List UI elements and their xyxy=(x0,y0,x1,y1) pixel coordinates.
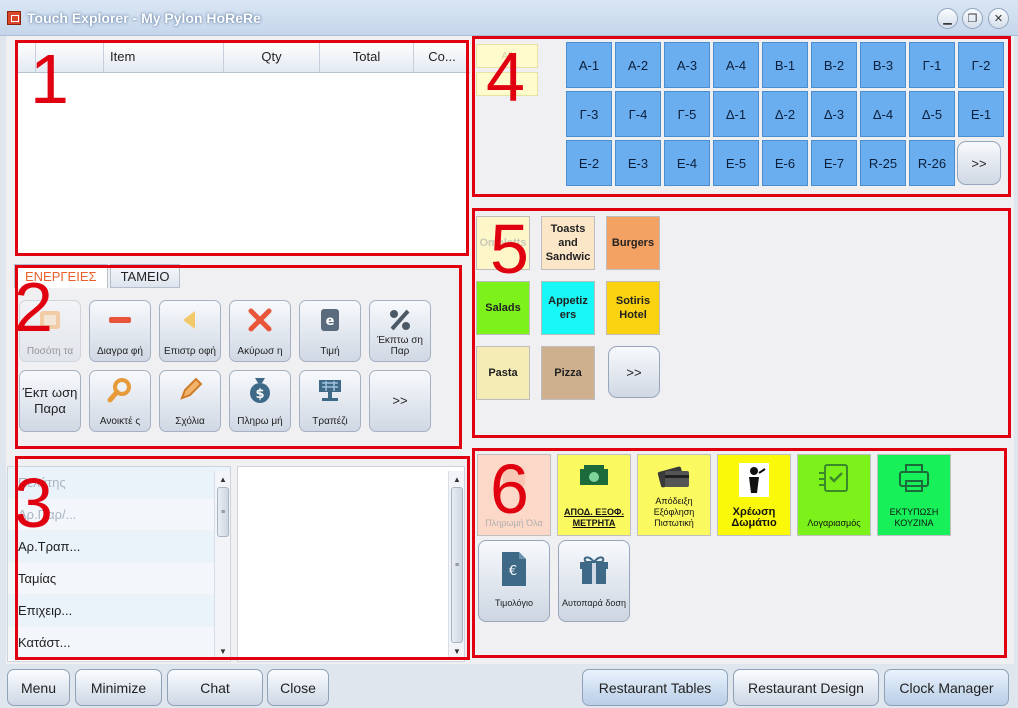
menu-button[interactable]: Menu xyxy=(7,669,70,706)
annotation-box-2 xyxy=(15,265,462,449)
annotation-box-4 xyxy=(472,36,1011,197)
annotation-box-6 xyxy=(472,448,1007,658)
maximize-window-button[interactable]: ❐ xyxy=(962,8,983,29)
close-icon: ✕ xyxy=(993,13,1004,25)
window-title: Touch Explorer - My Pylon HoReRe xyxy=(27,10,261,26)
annotation-number-3: 3 xyxy=(14,464,53,542)
annotation-number-4: 4 xyxy=(486,38,525,116)
minimize-icon: ▁ xyxy=(943,13,952,25)
annotation-box-1 xyxy=(15,40,469,256)
close-window-button[interactable]: ✕ xyxy=(988,8,1009,29)
annotation-box-3 xyxy=(15,456,470,660)
annotation-number-1: 1 xyxy=(30,40,69,118)
annotation-number-5: 5 xyxy=(490,210,529,288)
annotation-number-2: 2 xyxy=(14,268,53,346)
main-content: Item Qty Total Co... ΕΝΕΡΓΕΙΕΣ ΤΑΜΕΙΟ Πο… xyxy=(6,36,1014,664)
maximize-icon: ❐ xyxy=(967,13,978,25)
minimize-button[interactable]: Minimize xyxy=(75,669,162,706)
close-button[interactable]: Close xyxy=(267,669,329,706)
restaurant-design-button[interactable]: Restaurant Design xyxy=(733,669,879,706)
bottom-bar: Menu Minimize Chat Close Restaurant Tabl… xyxy=(0,664,1018,708)
clock-manager-button[interactable]: Clock Manager xyxy=(884,669,1009,706)
chat-button[interactable]: Chat xyxy=(167,669,263,706)
minimize-window-button[interactable]: ▁ xyxy=(937,8,958,29)
title-bar: Touch Explorer - My Pylon HoReRe ▁ ❐ ✕ xyxy=(0,0,1018,36)
app-icon xyxy=(7,11,21,25)
restaurant-tables-button[interactable]: Restaurant Tables xyxy=(582,669,728,706)
annotation-number-6: 6 xyxy=(490,450,529,528)
annotation-box-5 xyxy=(472,208,1011,438)
